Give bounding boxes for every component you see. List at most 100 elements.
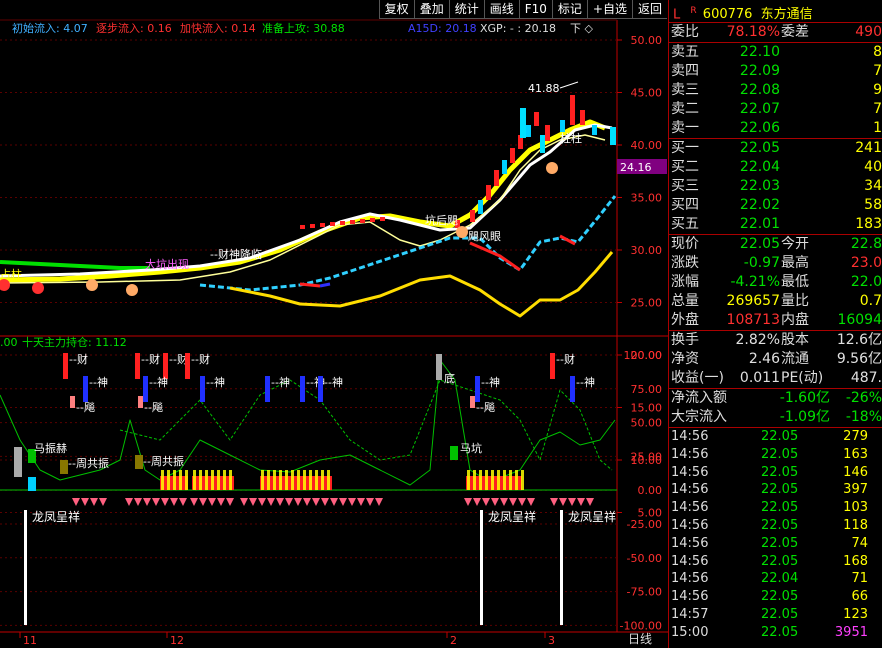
signal-shen-bar bbox=[318, 376, 323, 402]
signal-cai-text: --财 bbox=[191, 352, 210, 366]
tick-volume: 397 bbox=[843, 482, 868, 498]
toolbar-button-1[interactable]: 叠加 bbox=[413, 0, 449, 19]
stat-label: 收益(一) bbox=[671, 370, 724, 386]
signal-mabeng: 马坑 bbox=[460, 441, 482, 455]
sell-price: 22.10 bbox=[739, 44, 780, 60]
flow-value: -1.09亿 bbox=[779, 409, 830, 425]
buy-row-1[interactable]: 买一 22.05 241 bbox=[669, 139, 882, 158]
tick-price: 22.05 bbox=[761, 446, 799, 462]
tick-row: 14:56 22.05 168 bbox=[669, 553, 882, 571]
flow-row: 大宗流入 -1.09亿 -18% bbox=[669, 408, 882, 427]
signal-cai-bar bbox=[550, 353, 555, 379]
tick-time: 14:56 bbox=[671, 500, 709, 516]
stat-value: 0.011 bbox=[739, 370, 780, 386]
stat-row: 涨幅 -4.21% 最低 22.0 bbox=[669, 273, 882, 292]
signal-gray-bar bbox=[14, 447, 22, 477]
signal-zhou-text: --周共振 bbox=[68, 456, 109, 470]
date-label: 3 bbox=[548, 634, 555, 647]
ma-yellow-thick bbox=[0, 119, 606, 283]
tick-row: 14:56 22.05 279 bbox=[669, 428, 882, 446]
sell-row-4[interactable]: 卖四 22.09 7 bbox=[669, 62, 882, 81]
diamond-marker bbox=[518, 498, 526, 506]
tick-price: 22.05 bbox=[761, 464, 799, 480]
sell-row-3[interactable]: 卖三 22.08 9 bbox=[669, 81, 882, 100]
stat-label: 流通 bbox=[781, 351, 809, 367]
toolbar-button-4[interactable]: F10 bbox=[518, 0, 552, 19]
buy-row-5[interactable]: 买五 22.01 183 bbox=[669, 215, 882, 234]
stock-name[interactable]: 东方通信 bbox=[761, 7, 813, 22]
candle-bar bbox=[592, 125, 597, 135]
peak-arrow bbox=[559, 81, 579, 89]
stat-value: 22.8 bbox=[850, 236, 882, 252]
signal-shen-text: --神 bbox=[206, 375, 225, 389]
stat-row: 净资 2.46 流通 9.56亿 bbox=[669, 350, 882, 369]
signal-shen-text: --神 bbox=[576, 375, 595, 389]
stock-code[interactable]: 600776 bbox=[703, 7, 753, 22]
tick-price: 22.05 bbox=[761, 482, 799, 498]
small-candle bbox=[300, 225, 305, 229]
sell-volume: 9 bbox=[873, 82, 882, 98]
lower-axis-label: 100.00 bbox=[624, 349, 663, 362]
lower-axis-label: 0.00 bbox=[638, 484, 663, 497]
hist-bar-yellow bbox=[521, 470, 524, 490]
seg-red bbox=[299, 282, 321, 288]
signal-sao-text: --飚 bbox=[476, 400, 495, 414]
diamond-marker bbox=[240, 498, 248, 506]
date-label: 12 bbox=[170, 634, 184, 647]
diamond-marker bbox=[348, 498, 356, 506]
sell-row-1[interactable]: 卖一 22.06 1 bbox=[669, 119, 882, 138]
tick-volume: 103 bbox=[843, 500, 868, 516]
band-bottom-yellow bbox=[229, 251, 614, 318]
buy-row-3[interactable]: 买三 22.03 34 bbox=[669, 177, 882, 196]
small-candle bbox=[320, 223, 325, 227]
signal-cyan-bar bbox=[28, 477, 36, 491]
diamond-marker bbox=[357, 498, 365, 506]
longfeng-label: 龙凤呈祥 bbox=[568, 510, 616, 524]
buy-row-2[interactable]: 买二 22.04 40 bbox=[669, 158, 882, 177]
tick-volume: 168 bbox=[843, 553, 868, 569]
signal-zhenhai: 马振赫 bbox=[34, 441, 67, 455]
diamond-marker bbox=[568, 498, 576, 506]
kline-chart-area[interactable]: 50.00 45.00 40.00 35.00 30.00 25.00 2 0.00 15.00… bbox=[0, 0, 668, 648]
diamond-marker bbox=[276, 498, 284, 506]
toolbar-button-2[interactable]: 统计 bbox=[448, 0, 484, 19]
indicator-label: 下 ◇ bbox=[570, 22, 593, 35]
candle-bar bbox=[470, 210, 475, 222]
candle-bar bbox=[560, 120, 565, 132]
buy-label: 买一 bbox=[671, 140, 699, 156]
hist-bar-yellow bbox=[179, 470, 182, 490]
sell-row-2[interactable]: 卖二 22.07 7 bbox=[669, 100, 882, 119]
signal-shen-bar bbox=[300, 376, 305, 402]
hist-bar-yellow bbox=[491, 470, 494, 490]
tick-volume: 74 bbox=[851, 535, 868, 551]
tick-price: 22.04 bbox=[761, 571, 799, 587]
hist-bar-yellow bbox=[509, 470, 512, 490]
hist-bar-yellow bbox=[291, 470, 294, 490]
sell-row-5[interactable]: 卖五 22.10 8 bbox=[669, 43, 882, 62]
small-candle bbox=[350, 220, 355, 224]
tick-list[interactable]: 14:56 22.05 279 14:56 22.05 163 14:56 22.05 146 1… bbox=[669, 427, 882, 642]
weicha-value: 490 bbox=[855, 24, 882, 40]
hist-bar-yellow bbox=[485, 470, 488, 490]
stat-label: 最高 bbox=[781, 255, 809, 271]
stat-label: 今开 bbox=[781, 236, 809, 252]
marker-circle bbox=[126, 284, 138, 296]
tick-row: 14:56 22.05 118 bbox=[669, 517, 882, 535]
toolbar-button-6[interactable]: +自选 bbox=[586, 0, 632, 19]
toolbar-button-3[interactable]: 画线 bbox=[483, 0, 519, 19]
flow-label: 大宗流入 bbox=[671, 409, 727, 425]
toolbar-button-0[interactable]: 复权 bbox=[378, 0, 414, 19]
chart-toolbar: 复权 叠加 统计 画线 F10 标记 +自选 返回 bbox=[378, 0, 667, 19]
buy-row-4[interactable]: 买四 22.02 58 bbox=[669, 196, 882, 215]
toolbar-button-5[interactable]: 标记 bbox=[551, 0, 587, 19]
signal-cai-bar bbox=[185, 353, 190, 379]
kline-chart-svg[interactable]: 50.00 45.00 40.00 35.00 30.00 25.00 2 0.00 15.00… bbox=[0, 0, 668, 648]
hist-bar-yellow bbox=[261, 470, 264, 490]
tick-time: 14:56 bbox=[671, 553, 709, 569]
toolbar-button-7[interactable]: 返回 bbox=[631, 0, 667, 19]
tick-row: 14:56 22.05 66 bbox=[669, 588, 882, 606]
indicator-label: 初始流入: 4.07 bbox=[12, 21, 88, 35]
tick-time: 14:56 bbox=[671, 482, 709, 498]
indicator-label: 准备上攻: 30.88 bbox=[262, 21, 345, 35]
diamond-marker bbox=[500, 498, 508, 506]
